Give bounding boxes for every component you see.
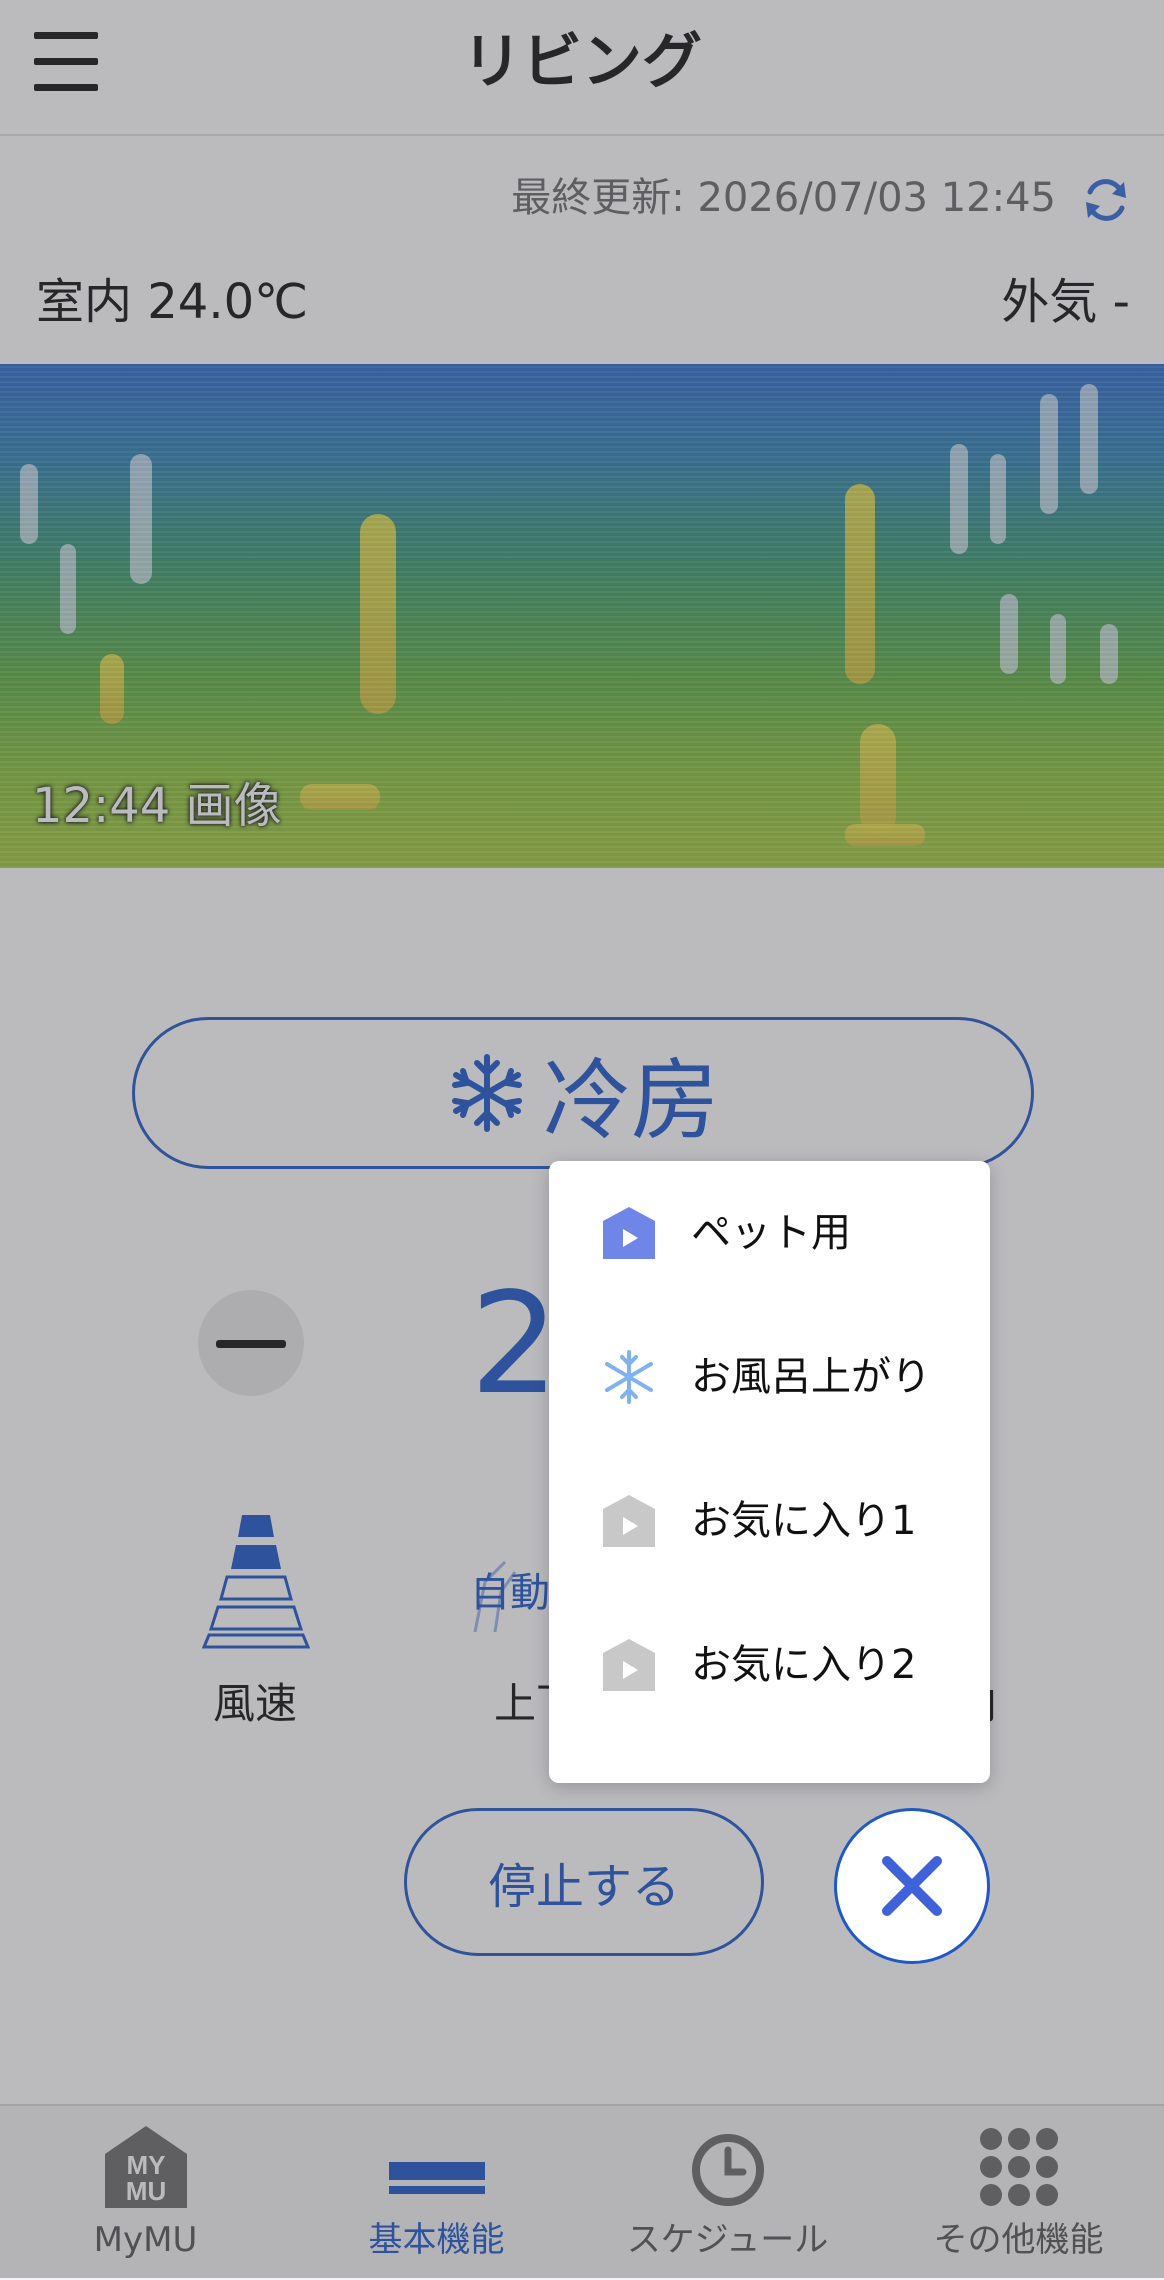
preset-item-label: お気に入り1 — [691, 1498, 917, 1544]
preset-popup-menu: ペット用 お風呂上がり お気に入り1 お気に入り2 — [549, 1161, 990, 1783]
close-icon — [882, 1856, 942, 1916]
preset-item-favorite-1[interactable]: お気に入り1 — [549, 1449, 990, 1593]
house-play-icon — [603, 1495, 655, 1547]
house-play-icon — [603, 1207, 655, 1259]
preset-item-label: お風呂上がり — [691, 1354, 931, 1400]
preset-item-label: お気に入り2 — [691, 1642, 917, 1688]
preset-item-pet[interactable]: ペット用 — [549, 1161, 990, 1305]
preset-item-label: ペット用 — [691, 1210, 851, 1256]
snowflake-icon — [605, 1350, 653, 1404]
close-popup-button[interactable] — [834, 1808, 990, 1964]
preset-item-favorite-2[interactable]: お気に入り2 — [549, 1593, 990, 1737]
preset-item-after-bath[interactable]: お風呂上がり — [549, 1305, 990, 1449]
house-play-icon — [603, 1639, 655, 1691]
modal-backdrop[interactable] — [0, 0, 1164, 2278]
